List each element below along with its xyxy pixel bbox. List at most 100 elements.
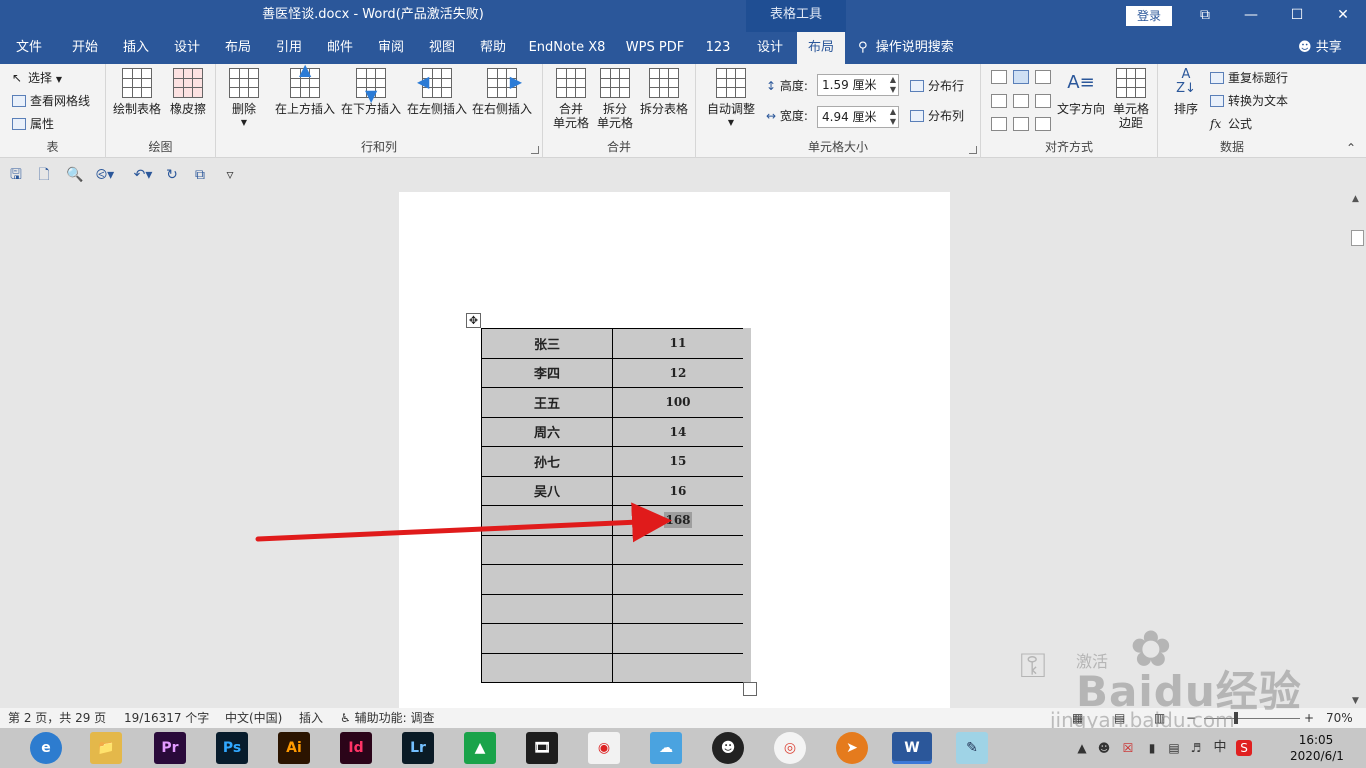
- table-row[interactable]: [481, 564, 744, 595]
- language-indicator[interactable]: 中文(中国): [225, 708, 282, 728]
- sogou-ime-icon[interactable]: S: [1236, 740, 1252, 756]
- align-bottom-right-icon[interactable]: [1035, 117, 1051, 131]
- table-cell-value[interactable]: 12: [612, 357, 744, 388]
- align-bottom-left-icon[interactable]: [991, 117, 1007, 131]
- table-row[interactable]: [481, 652, 744, 683]
- table-row[interactable]: 吴八 16: [481, 475, 744, 506]
- merge-cells-button[interactable]: 合并 单元格: [551, 68, 591, 130]
- lightroom-icon[interactable]: Lr: [402, 732, 434, 764]
- table-cell-value[interactable]: 16: [612, 475, 744, 506]
- height-input[interactable]: 1.59 厘米 ▲ ▼: [817, 74, 899, 96]
- tab-design[interactable]: 设计: [162, 32, 212, 64]
- align-middle-right-icon[interactable]: [1035, 94, 1051, 108]
- sort-button[interactable]: A Z↓ 排序: [1168, 68, 1204, 117]
- split-cells-button[interactable]: 拆分 单元格: [595, 68, 635, 130]
- table-cell-value[interactable]: [612, 652, 744, 683]
- table-cell-value[interactable]: 15: [612, 446, 744, 477]
- tab-wps-pdf[interactable]: WPS PDF: [618, 32, 692, 64]
- select-button[interactable]: ↖ 选择 ▼: [12, 68, 62, 88]
- print-preview-icon[interactable]: 🔍: [66, 167, 83, 183]
- touch-mode-icon[interactable]: ⧀▾: [92, 167, 118, 183]
- video-editor-icon[interactable]: 🎞: [526, 732, 558, 764]
- autofit-button[interactable]: 自动调整 ▼: [702, 68, 760, 130]
- table-row[interactable]: 周六 14: [481, 416, 744, 447]
- convert-to-text-button[interactable]: 转换为文本: [1210, 91, 1288, 111]
- dialog-launcher-icon[interactable]: [969, 146, 977, 154]
- table-cell-name[interactable]: 张三: [481, 328, 613, 359]
- scroll-down-icon[interactable]: ▼: [1352, 696, 1359, 706]
- distribute-rows-button[interactable]: 分布行: [910, 76, 964, 96]
- scroll-up-icon[interactable]: ▲: [1352, 194, 1359, 204]
- game-app-icon[interactable]: ◉: [588, 732, 620, 764]
- premiere-icon[interactable]: Pr: [154, 732, 186, 764]
- tab-endnote[interactable]: EndNote X8: [524, 32, 610, 64]
- distribute-columns-button[interactable]: 分布列: [910, 106, 964, 126]
- tab-home[interactable]: 开始: [60, 32, 110, 64]
- network-icon[interactable]: ▤: [1166, 740, 1182, 756]
- spinner-icon[interactable]: ▲ ▼: [890, 107, 896, 127]
- insert-right-button[interactable]: 在右侧插入: [471, 68, 533, 116]
- tab-table-design[interactable]: 设计: [746, 32, 794, 64]
- share-button[interactable]: ☻ 共享: [1298, 32, 1342, 64]
- photoshop-icon[interactable]: Ps: [216, 732, 248, 764]
- notes-app-icon[interactable]: ✎: [956, 732, 988, 764]
- table-cell-name[interactable]: [481, 593, 613, 624]
- table-cell-value[interactable]: [612, 623, 744, 654]
- table-cell-value[interactable]: 100: [612, 387, 744, 418]
- customize-qat-icon[interactable]: ▿: [222, 167, 238, 183]
- insert-above-button[interactable]: 在上方插入: [274, 63, 336, 116]
- table-cell-name[interactable]: [481, 505, 613, 536]
- cell-margins-button[interactable]: 单元格 边距: [1109, 68, 1153, 130]
- tell-me-search[interactable]: ⚲ 操作说明搜索: [858, 32, 954, 64]
- scrollbar-thumb[interactable]: [1351, 230, 1364, 246]
- properties-button[interactable]: 属性: [12, 114, 54, 134]
- table-cell-name[interactable]: [481, 534, 613, 565]
- maximize-button[interactable]: ☐: [1274, 0, 1320, 32]
- table-cell-name[interactable]: [481, 623, 613, 654]
- table-resize-handle-icon[interactable]: [743, 682, 757, 696]
- edge-browser-icon[interactable]: e: [30, 732, 62, 764]
- table-cell-name[interactable]: [481, 652, 613, 683]
- tab-view[interactable]: 视图: [417, 32, 467, 64]
- width-input[interactable]: 4.94 厘米 ▲ ▼: [817, 106, 899, 128]
- ribbon-display-options-icon[interactable]: ⧉: [1182, 0, 1228, 32]
- collapse-ribbon-icon[interactable]: ⌃: [1346, 141, 1356, 155]
- login-button[interactable]: 登录: [1126, 6, 1172, 26]
- align-top-right-icon[interactable]: [1035, 70, 1051, 84]
- qq-icon[interactable]: ☻: [712, 732, 744, 764]
- tab-table-layout[interactable]: 布局: [797, 32, 845, 64]
- split-table-button[interactable]: 拆分表格: [637, 68, 691, 116]
- table-row[interactable]: [481, 593, 744, 624]
- table-cell-value[interactable]: 168: [612, 505, 744, 536]
- tab-help[interactable]: 帮助: [468, 32, 518, 64]
- redo-icon[interactable]: ↻: [164, 167, 180, 183]
- table-cell-value[interactable]: 14: [612, 416, 744, 447]
- maps-app-icon[interactable]: ▲: [464, 732, 496, 764]
- table-row[interactable]: [481, 623, 744, 654]
- tab-123[interactable]: 123: [698, 32, 738, 64]
- table-row[interactable]: [481, 534, 744, 565]
- close-button[interactable]: ✕: [1320, 0, 1366, 32]
- table-row[interactable]: 168: [481, 505, 744, 536]
- align-bottom-center-icon[interactable]: [1013, 117, 1029, 131]
- table-row[interactable]: 孙七 15: [481, 446, 744, 477]
- accessibility-checker[interactable]: ♿ 辅助功能: 调查: [340, 708, 434, 728]
- table-cell-value[interactable]: 11: [612, 328, 744, 359]
- word-count[interactable]: 19/16317 个字: [124, 708, 209, 728]
- repeat-header-rows-button[interactable]: 重复标题行: [1210, 68, 1288, 88]
- security-tray-icon[interactable]: ☒: [1120, 740, 1136, 756]
- battery-icon[interactable]: ▮: [1144, 740, 1160, 756]
- system-clock[interactable]: 16:05 2020/6/1: [1290, 732, 1344, 764]
- document-table[interactable]: 张三 11 李四 12 王五 100 周六 14 孙七 15 吴八 16 168: [481, 328, 744, 683]
- align-top-left-icon[interactable]: [991, 70, 1007, 84]
- volume-icon[interactable]: ♬: [1188, 740, 1204, 756]
- indesign-icon[interactable]: Id: [340, 732, 372, 764]
- undo-icon[interactable]: ↶▾: [130, 167, 156, 183]
- tab-layout[interactable]: 布局: [213, 32, 263, 64]
- ime-indicator[interactable]: 中: [1212, 740, 1228, 756]
- dialog-launcher-icon[interactable]: [531, 146, 539, 154]
- tab-mailings[interactable]: 邮件: [315, 32, 365, 64]
- chrome-icon[interactable]: ◎: [774, 732, 806, 764]
- illustrator-icon[interactable]: Ai: [278, 732, 310, 764]
- draw-table-button[interactable]: 绘制表格: [112, 68, 162, 116]
